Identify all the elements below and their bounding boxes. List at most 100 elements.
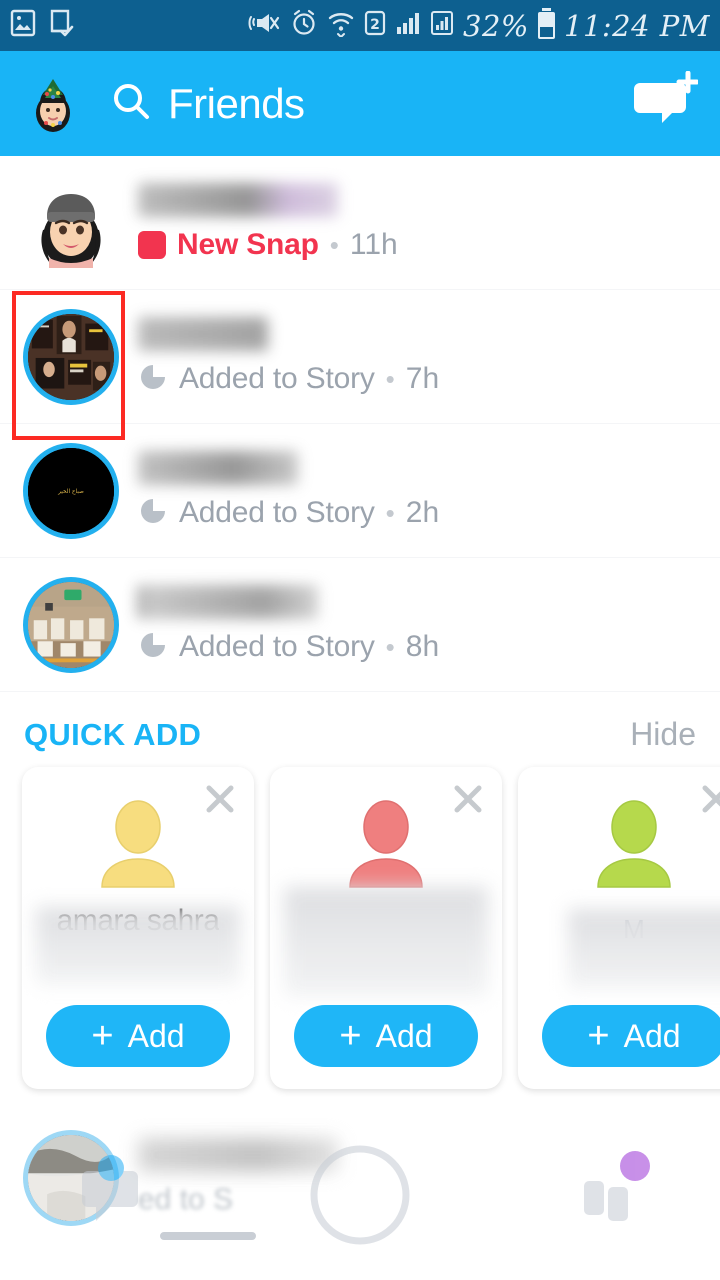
quick-add-avatar-1 — [337, 795, 435, 898]
friend-bitmoji-avatar[interactable] — [23, 172, 119, 273]
add-friend-button-2[interactable]: + Add — [542, 1005, 720, 1067]
story-pie-icon — [138, 630, 168, 665]
quick-add-card-list: amara sahra + Add — [0, 761, 720, 1089]
friend-status-label-1: Added to Story — [179, 362, 375, 395]
close-icon[interactable] — [204, 783, 236, 815]
quick-add-name-redacted-0 — [36, 907, 240, 985]
quick-add-name-redacted-1 — [284, 887, 488, 997]
signal-bars-boxed-icon — [430, 9, 454, 42]
friend-name-redacted-0 — [138, 183, 338, 217]
quick-add-avatar-2 — [585, 795, 683, 898]
quick-add-avatar-0 — [89, 795, 187, 898]
story-ring-avatar-partial[interactable] — [23, 1129, 119, 1226]
friend-time-0: 11h — [349, 228, 398, 261]
status-separator-3: • — [385, 631, 395, 662]
friend-row-3[interactable]: Added to Story • 8h — [0, 558, 720, 692]
header-title-group: Friends — [110, 80, 305, 127]
new-snap-icon — [138, 231, 166, 259]
friend-info-0: New Snap • 11h — [124, 183, 702, 262]
friend-time-2: 2h — [405, 496, 440, 529]
friend-status-label-3: Added to Story — [179, 630, 375, 663]
friend-info-1: Added to Story • 7h — [124, 316, 702, 397]
story-thumbnail-posters — [28, 313, 114, 400]
friends-list: New Snap • 11h Added to Story • 7h صباح … — [0, 156, 720, 692]
quick-add-header: QUICK ADD Hide — [0, 690, 720, 761]
status-bar-right-icons: 2 32% 11:24 PM — [247, 8, 710, 43]
quick-add-card-0[interactable]: amara sahra + Add — [22, 767, 254, 1089]
friend-avatar-wrap-0[interactable] — [18, 172, 124, 273]
friend-info-2: Added to Story • 2h — [124, 450, 702, 531]
sim2-icon: 2 — [364, 9, 386, 42]
story-ring-avatar-1[interactable] — [23, 308, 119, 405]
plus-icon: + — [587, 1015, 610, 1057]
friend-time-1: 7h — [405, 362, 440, 395]
wifi-icon — [327, 9, 355, 42]
friend-row-1[interactable]: Added to Story • 7h — [0, 290, 720, 424]
friend-status-2: Added to Story • 2h — [138, 496, 702, 531]
plus-icon: + — [339, 1015, 362, 1057]
header-actions — [632, 70, 700, 136]
story-thumbnail-interior — [28, 581, 114, 668]
friend-info-partial: ed to S — [124, 1138, 702, 1217]
quick-add-name-redacted-2 — [568, 909, 720, 989]
friend-status-label-0: New Snap — [177, 228, 319, 261]
plus-icon: + — [91, 1015, 114, 1057]
app-header: Friends — [0, 51, 720, 156]
new-chat-icon[interactable] — [632, 70, 700, 136]
friend-row-2[interactable]: صباح الخير Added to Story • 2h — [0, 424, 720, 558]
quick-add-section: QUICK ADD Hide amara sahra + — [0, 690, 720, 1089]
friend-row-0[interactable]: New Snap • 11h — [0, 156, 720, 290]
story-pie-icon — [138, 496, 168, 531]
friend-status-1: Added to Story • 7h — [138, 362, 702, 397]
page-title: Friends — [168, 79, 305, 127]
friend-status-label-2: Added to Story — [179, 496, 375, 529]
quick-add-hide-button[interactable]: Hide — [630, 716, 696, 753]
friend-name-redacted-partial — [138, 1138, 338, 1172]
story-pie-icon — [138, 362, 168, 397]
friend-status-3: Added to Story • 8h — [138, 630, 702, 665]
add-friend-button-0[interactable]: + Add — [46, 1005, 230, 1067]
friend-status-0: New Snap • 11h — [138, 228, 702, 262]
add-button-label-1: Add — [375, 1017, 433, 1054]
story-ring-avatar-3[interactable] — [23, 576, 119, 673]
scroll-indicator — [160, 1232, 256, 1240]
friend-avatar-wrap-1[interactable] — [18, 308, 124, 405]
svg-text:صباح الخير: صباح الخير — [57, 488, 84, 494]
signal-bars-icon — [395, 9, 421, 42]
clock-label: 11:24 PM — [564, 8, 710, 43]
friend-avatar-wrap-3[interactable] — [18, 576, 124, 673]
status-separator-2: • — [385, 497, 395, 528]
friend-row-partial[interactable]: ed to S — [0, 1110, 720, 1245]
friend-name-redacted-3 — [138, 584, 318, 619]
search-icon[interactable] — [110, 80, 152, 127]
friend-status-partial: ed to S — [138, 1183, 234, 1216]
add-button-label-2: Add — [623, 1017, 681, 1054]
vibrate-mute-icon — [247, 9, 281, 42]
add-button-label-0: Add — [127, 1017, 185, 1054]
friend-time-3: 8h — [405, 630, 440, 663]
alarm-icon — [290, 9, 318, 42]
status-separator-0: • — [329, 229, 339, 260]
close-icon[interactable] — [700, 783, 720, 815]
battery-percent-label: 32% — [463, 8, 529, 43]
screenshot-image-icon — [10, 9, 36, 42]
friend-name-redacted-2 — [138, 450, 298, 485]
story-thumbnail-landscape — [28, 1134, 114, 1221]
friend-name-redacted-1 — [138, 316, 268, 351]
device-download-check-icon — [48, 9, 74, 42]
quick-add-card-1[interactable]: + Add — [270, 767, 502, 1089]
story-thumbnail-black: صباح الخير — [28, 447, 114, 534]
friend-avatar-wrap-partial[interactable] — [18, 1129, 124, 1226]
friend-info-3: Added to Story • 8h — [124, 584, 702, 665]
friend-avatar-wrap-2[interactable]: صباح الخير — [18, 442, 124, 539]
svg-text:2: 2 — [370, 17, 380, 33]
battery-icon — [538, 8, 555, 39]
quick-add-card-2[interactable]: M + Add — [518, 767, 720, 1089]
status-separator-1: • — [385, 363, 395, 394]
user-bitmoji-avatar[interactable] — [22, 73, 84, 135]
story-ring-avatar-2[interactable]: صباح الخير — [23, 442, 119, 539]
add-friend-button-1[interactable]: + Add — [294, 1005, 478, 1067]
status-bar-left-icons — [10, 9, 74, 42]
close-icon[interactable] — [452, 783, 484, 815]
status-bar: 2 32% 11:24 PM — [0, 0, 720, 51]
